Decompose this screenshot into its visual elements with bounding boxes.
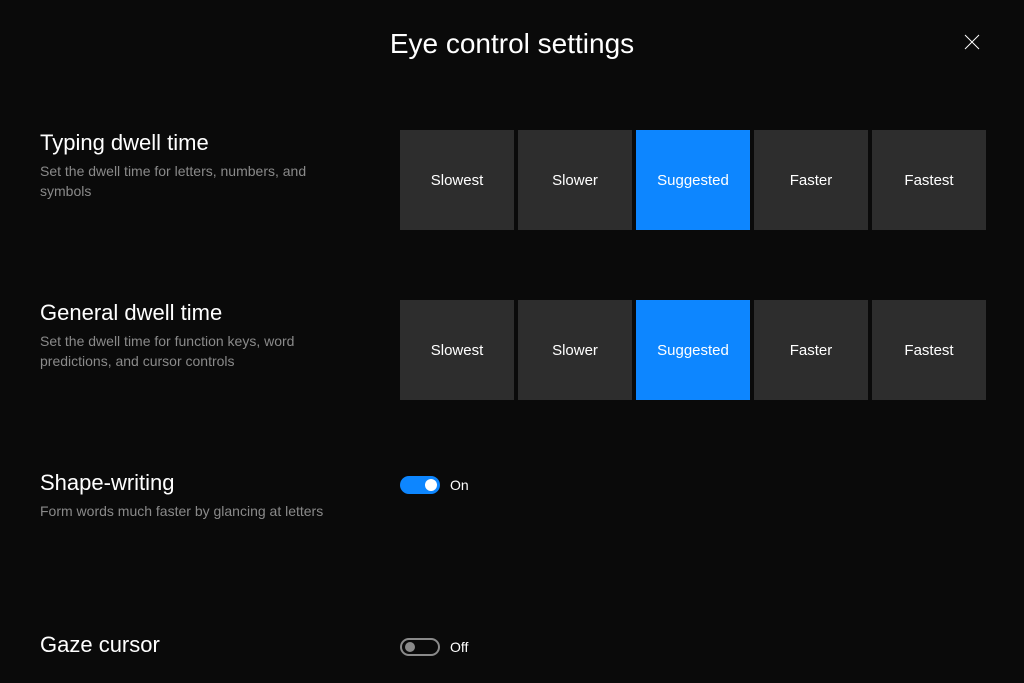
shape-writing-control: On bbox=[400, 476, 469, 494]
general-dwell-info: General dwell time Set the dwell time fo… bbox=[40, 300, 400, 400]
gaze-cursor-info: Gaze cursor bbox=[40, 632, 400, 664]
gaze-cursor-control: Off bbox=[400, 638, 468, 656]
shape-writing-title: Shape-writing bbox=[40, 470, 400, 496]
general-dwell-faster[interactable]: Faster bbox=[754, 300, 868, 400]
general-dwell-setting: General dwell time Set the dwell time fo… bbox=[40, 300, 984, 400]
typing-dwell-info: Typing dwell time Set the dwell time for… bbox=[40, 130, 400, 230]
typing-dwell-description: Set the dwell time for letters, numbers,… bbox=[40, 162, 360, 201]
gaze-cursor-state-label: Off bbox=[450, 639, 468, 655]
general-dwell-description: Set the dwell time for function keys, wo… bbox=[40, 332, 360, 371]
typing-dwell-faster[interactable]: Faster bbox=[754, 130, 868, 230]
typing-dwell-title: Typing dwell time bbox=[40, 130, 400, 156]
toggle-knob bbox=[425, 479, 437, 491]
typing-dwell-options: Slowest Slower Suggested Faster Fastest bbox=[400, 130, 986, 230]
shape-writing-toggle[interactable] bbox=[400, 476, 440, 494]
general-dwell-slowest[interactable]: Slowest bbox=[400, 300, 514, 400]
shape-writing-info: Shape-writing Form words much faster by … bbox=[40, 470, 400, 522]
general-dwell-options: Slowest Slower Suggested Faster Fastest bbox=[400, 300, 986, 400]
gaze-cursor-title: Gaze cursor bbox=[40, 632, 400, 658]
general-dwell-fastest[interactable]: Fastest bbox=[872, 300, 986, 400]
general-dwell-slower[interactable]: Slower bbox=[518, 300, 632, 400]
gaze-cursor-toggle[interactable] bbox=[400, 638, 440, 656]
header: Eye control settings bbox=[0, 0, 1024, 80]
shape-writing-state-label: On bbox=[450, 477, 469, 493]
close-icon bbox=[964, 34, 980, 50]
typing-dwell-fastest[interactable]: Fastest bbox=[872, 130, 986, 230]
shape-writing-description: Form words much faster by glancing at le… bbox=[40, 502, 360, 522]
shape-writing-setting: Shape-writing Form words much faster by … bbox=[40, 470, 984, 522]
settings-content: Typing dwell time Set the dwell time for… bbox=[0, 80, 1024, 664]
typing-dwell-slower[interactable]: Slower bbox=[518, 130, 632, 230]
typing-dwell-setting: Typing dwell time Set the dwell time for… bbox=[40, 130, 984, 230]
general-dwell-title: General dwell time bbox=[40, 300, 400, 326]
typing-dwell-slowest[interactable]: Slowest bbox=[400, 130, 514, 230]
general-dwell-suggested[interactable]: Suggested bbox=[636, 300, 750, 400]
close-button[interactable] bbox=[960, 30, 984, 54]
typing-dwell-suggested[interactable]: Suggested bbox=[636, 130, 750, 230]
page-title: Eye control settings bbox=[390, 28, 634, 60]
gaze-cursor-setting: Gaze cursor Off bbox=[40, 632, 984, 664]
toggle-knob bbox=[405, 642, 415, 652]
